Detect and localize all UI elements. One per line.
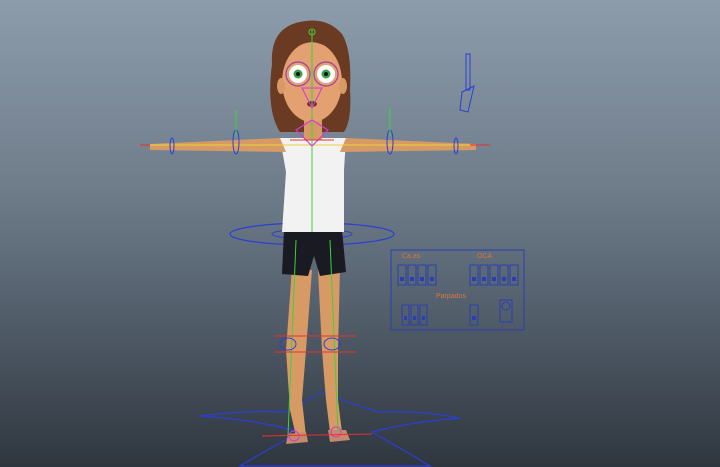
panel-sliders-right[interactable] bbox=[469, 264, 519, 286]
panel-sliders-left[interactable] bbox=[397, 264, 437, 286]
3d-viewport[interactable]: Ca as OCA Parpados bbox=[0, 0, 720, 467]
ik-fk-switch-control[interactable] bbox=[459, 53, 475, 113]
panel-label-bottom: Parpados bbox=[436, 293, 466, 300]
character-model bbox=[150, 20, 476, 444]
panel-label-right: OCA bbox=[477, 253, 493, 260]
panel-label-left: Ca as bbox=[402, 253, 421, 260]
facial-control-panel[interactable]: Ca as OCA Parpados bbox=[390, 249, 525, 331]
panel-sliders-bottom[interactable] bbox=[401, 299, 513, 326]
